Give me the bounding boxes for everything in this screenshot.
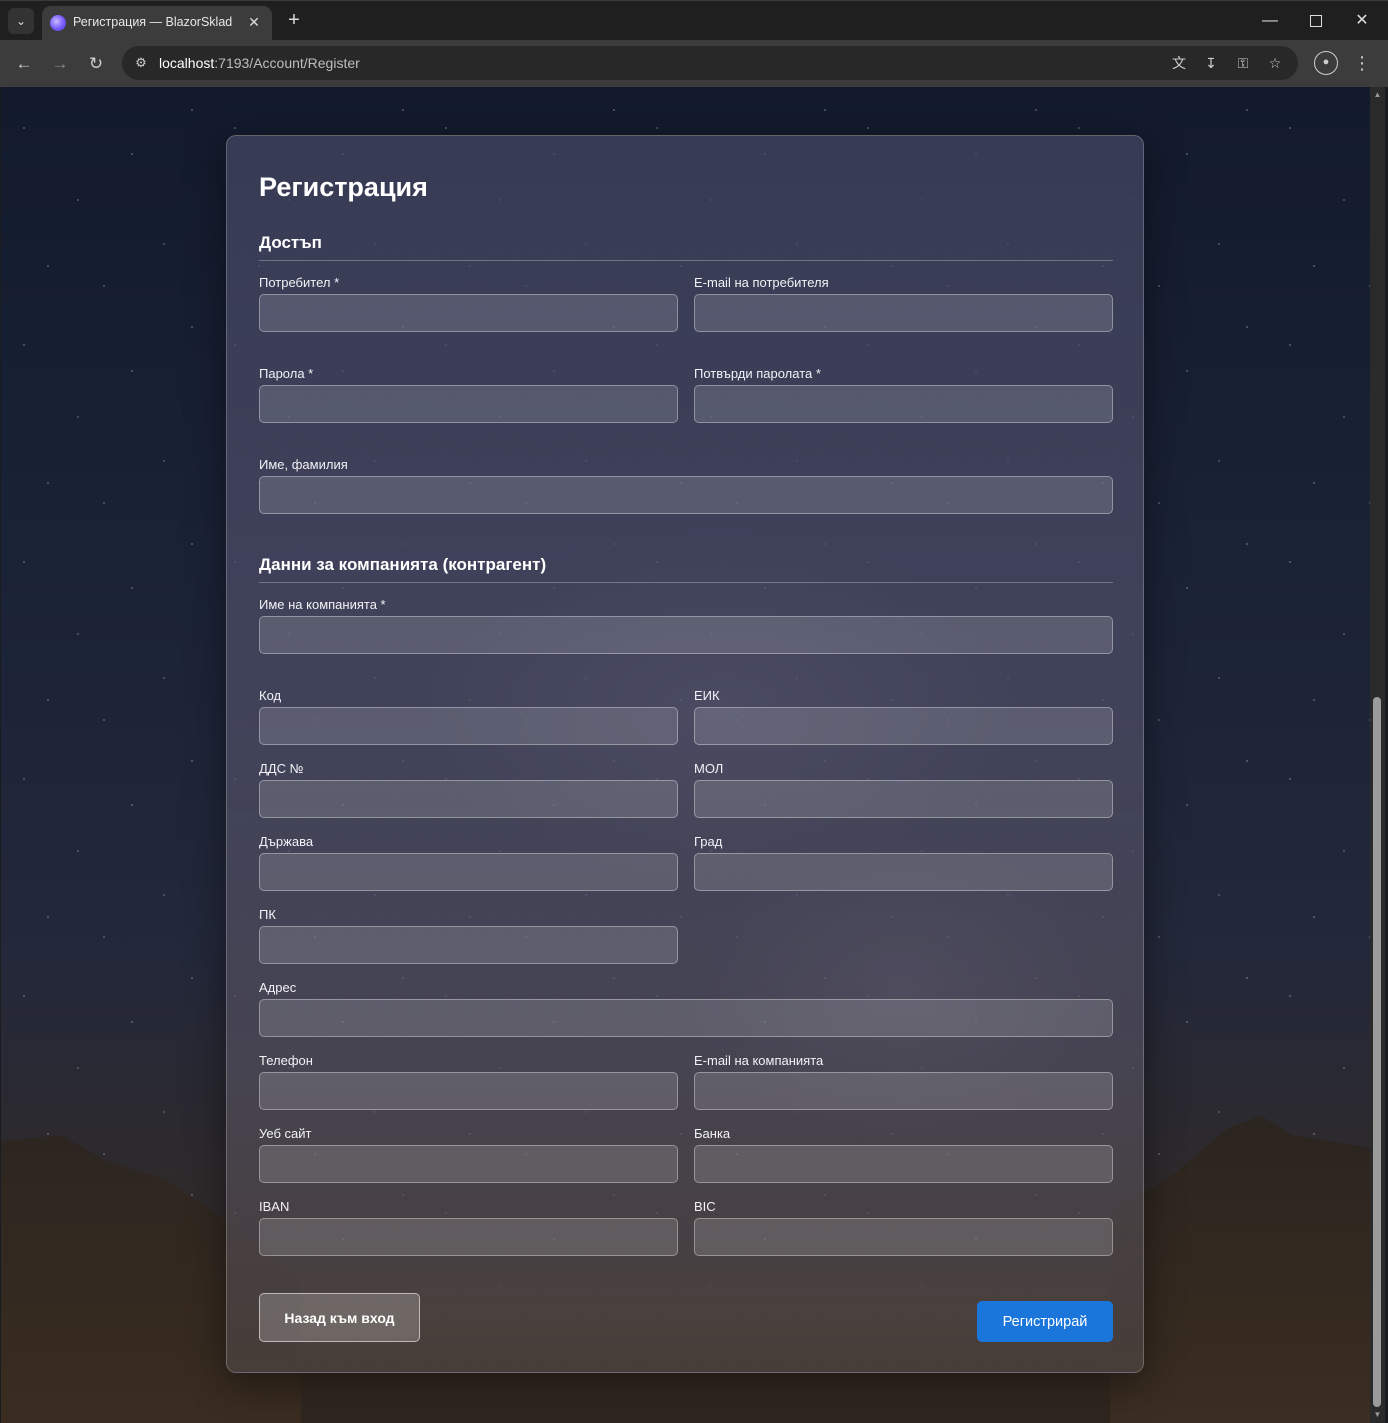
company-email-label: E-mail на компанията	[694, 1053, 824, 1068]
city-input[interactable]	[694, 853, 1113, 891]
plus-icon[interactable]: +	[282, 9, 306, 33]
city-label: Град	[694, 834, 723, 849]
register-card: Регистрация Достъп Потребител * E-mail н…	[226, 135, 1144, 1373]
company-email-input[interactable]	[694, 1072, 1113, 1110]
company-name-input[interactable]	[259, 616, 1113, 654]
company-section-title: Данни за компанията (контрагент)	[259, 555, 547, 574]
translate-icon[interactable]: 文	[1168, 52, 1190, 74]
user-email-label: E-mail на потребителя	[694, 275, 829, 290]
close-icon[interactable]: ✕	[244, 12, 264, 32]
register-button[interactable]: Регистрирай	[977, 1301, 1113, 1342]
tune-icon[interactable]: ⚙	[130, 52, 152, 74]
section-divider	[259, 260, 1113, 261]
back-to-login-button[interactable]: Назад към вход	[259, 1293, 420, 1342]
password-label: Парола *	[259, 366, 314, 381]
vat-no-input[interactable]	[259, 780, 678, 818]
page-background: Регистрация Достъп Потребител * E-mail н…	[1, 87, 1370, 1423]
profile-icon[interactable]: ●	[1314, 51, 1338, 75]
eik-label: ЕИК	[694, 688, 720, 703]
window-close-icon[interactable]: ✕	[1339, 7, 1385, 35]
maximize-icon[interactable]	[1293, 7, 1339, 35]
vat-no-label: ДДС №	[259, 761, 304, 776]
user-email-input[interactable]	[694, 294, 1113, 332]
bank-label: Банка	[694, 1126, 731, 1141]
access-section-title: Достъп	[259, 233, 322, 252]
full-name-input[interactable]	[259, 476, 1113, 514]
arrow-left-icon[interactable]: ←	[11, 51, 37, 77]
page-title: Регистрация	[259, 172, 428, 202]
full-name-label: Име, фамилия	[259, 457, 348, 472]
bic-input[interactable]	[694, 1218, 1113, 1256]
country-input[interactable]	[259, 853, 678, 891]
confirm-password-label: Потвърди паролата *	[694, 366, 821, 381]
scroll-down-icon[interactable]: ▼	[1372, 1409, 1383, 1421]
confirm-password-input[interactable]	[694, 385, 1113, 423]
country-label: Държава	[259, 834, 314, 849]
eik-input[interactable]	[694, 707, 1113, 745]
browser-tab[interactable]: Регистрация — BlazorSklad ✕	[42, 6, 272, 41]
website-input[interactable]	[259, 1145, 678, 1183]
chevron-down-icon[interactable]: ⌄	[8, 8, 34, 34]
iban-label: IBAN	[259, 1199, 290, 1214]
bank-input[interactable]	[694, 1145, 1113, 1183]
company-name-label: Име на компанията *	[259, 597, 386, 612]
phone-input[interactable]	[259, 1072, 678, 1110]
reload-icon[interactable]: ↻	[83, 51, 109, 77]
username-label: Потребител *	[259, 275, 340, 290]
postcode-input[interactable]	[259, 926, 678, 964]
tab-title: Регистрация — BlazorSklad	[73, 15, 233, 29]
code-label: Код	[259, 688, 282, 703]
website-label: Уеб сайт	[259, 1126, 312, 1141]
bic-label: BIC	[694, 1199, 716, 1214]
star-icon[interactable]: ☆	[1264, 52, 1286, 74]
minimize-icon[interactable]: —	[1247, 7, 1293, 35]
mol-label: МОЛ	[694, 761, 724, 776]
address-input[interactable]	[259, 999, 1113, 1037]
password-input[interactable]	[259, 385, 678, 423]
postcode-label: ПК	[259, 907, 276, 922]
address-label: Адрес	[259, 980, 297, 995]
scroll-up-icon[interactable]: ▲	[1372, 89, 1383, 101]
url-path: :7193/Account/Register	[214, 55, 360, 71]
browser-tab-strip: ⌄ Регистрация — BlazorSklad ✕ + — ✕	[0, 0, 1388, 41]
address-bar[interactable]: ⚙ localhost:7193/Account/Register 文 ↧ ⚿ …	[122, 46, 1298, 80]
more-vert-icon[interactable]: ⋮	[1352, 50, 1372, 76]
iban-input[interactable]	[259, 1218, 678, 1256]
scrollbar-thumb[interactable]	[1373, 697, 1381, 1407]
browser-toolbar: ← → ↻ ⚙ localhost:7193/Account/Register …	[0, 40, 1388, 87]
url-host: localhost	[159, 55, 215, 71]
section-divider	[259, 582, 1113, 583]
phone-label: Телефон	[259, 1053, 313, 1068]
install-app-icon[interactable]: ↧	[1200, 52, 1222, 74]
mol-input[interactable]	[694, 780, 1113, 818]
key-icon[interactable]: ⚿	[1232, 52, 1254, 74]
code-input[interactable]	[259, 707, 678, 745]
page-scrollbar[interactable]: ▲ ▼	[1370, 87, 1385, 1423]
username-input[interactable]	[259, 294, 678, 332]
app-favicon-icon	[50, 15, 66, 31]
url-text[interactable]: localhost:7193/Account/Register	[159, 55, 360, 71]
arrow-right-icon[interactable]: →	[47, 51, 73, 77]
